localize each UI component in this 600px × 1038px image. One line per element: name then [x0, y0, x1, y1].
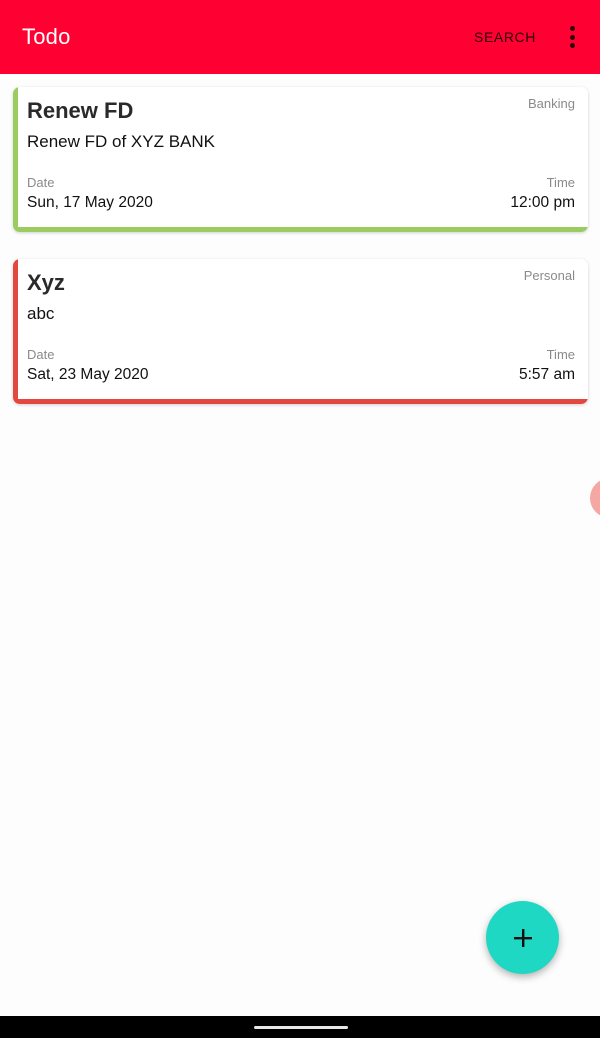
- date-label: Date: [27, 347, 55, 362]
- home-indicator[interactable]: [254, 1026, 348, 1029]
- system-nav-bar: [0, 1016, 600, 1038]
- time-label: Time: [546, 347, 575, 362]
- todo-card[interactable]: Xyz Personal abc Date Sat, 23 May 2020 T…: [13, 259, 588, 404]
- todo-date: Sun, 17 May 2020: [27, 194, 153, 211]
- todo-title: Renew FD: [27, 98, 134, 123]
- card-accent-underline: [13, 399, 588, 404]
- todo-card[interactable]: Renew FD Banking Renew FD of XYZ BANK Da…: [13, 87, 588, 232]
- todo-title: Xyz: [27, 270, 65, 295]
- todo-description: Renew FD of XYZ BANK: [27, 132, 216, 151]
- todo-time: 12:00 pm: [510, 194, 575, 211]
- card-accent-underline: [13, 227, 588, 232]
- time-label: Time: [546, 175, 575, 190]
- more-vert-icon[interactable]: [562, 24, 582, 50]
- todo-date: Sat, 23 May 2020: [27, 366, 149, 383]
- todo-time: 5:57 am: [518, 366, 575, 383]
- search-button[interactable]: SEARCH: [474, 29, 536, 45]
- todo-category: Personal: [523, 268, 575, 283]
- app-bar: Todo SEARCH: [0, 0, 600, 74]
- date-label: Date: [27, 175, 55, 190]
- todo-description: abc: [27, 304, 55, 323]
- card-accent-bar: [13, 87, 18, 232]
- todo-category: Banking: [528, 96, 575, 111]
- plus-icon: [513, 928, 532, 947]
- card-accent-bar: [13, 259, 18, 404]
- app-title: Todo: [22, 24, 71, 49]
- edge-swipe-indicator: [590, 478, 600, 518]
- add-todo-button[interactable]: [486, 901, 559, 974]
